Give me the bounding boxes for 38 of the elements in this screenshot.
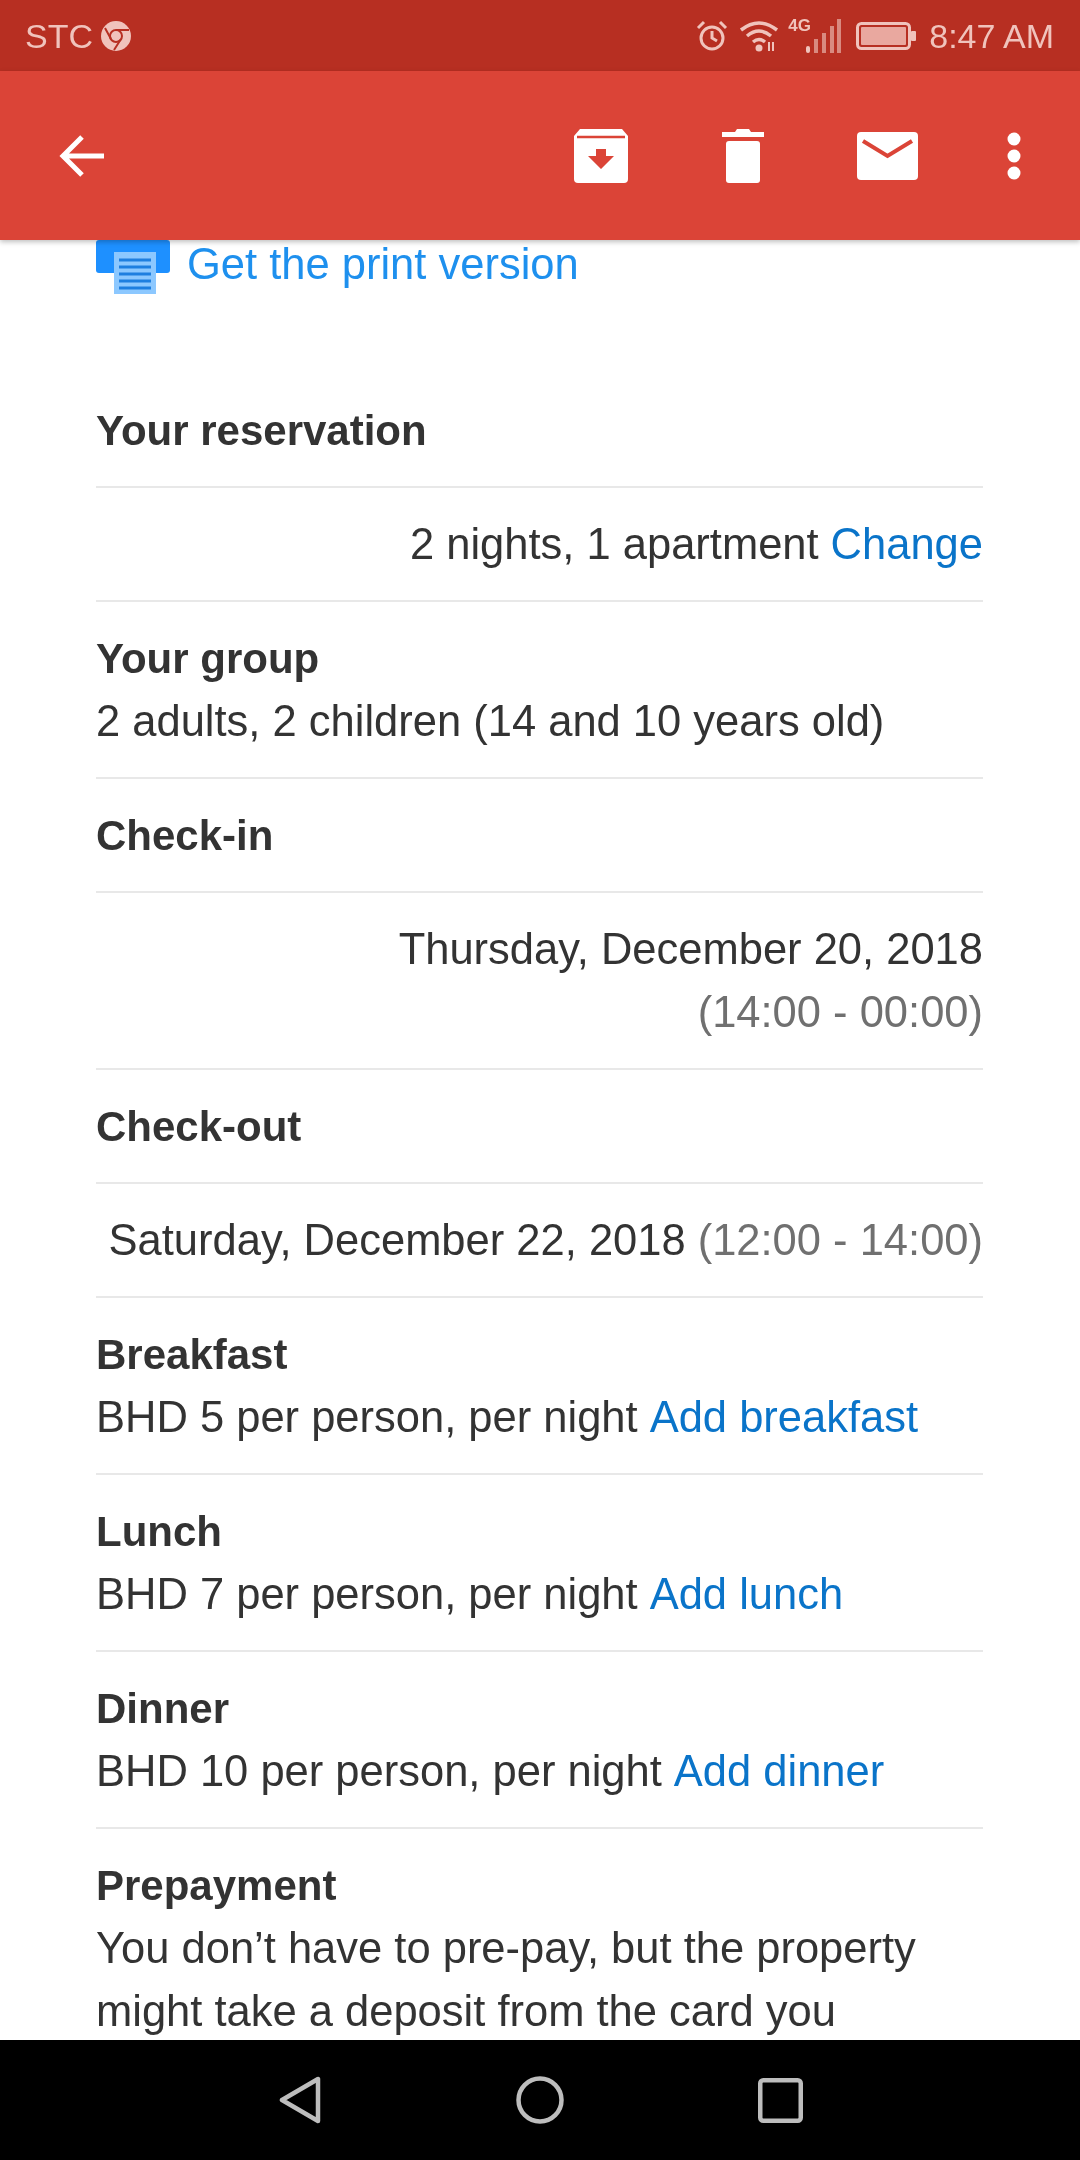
home-circle-icon <box>516 2076 564 2124</box>
printer-icon <box>96 240 170 294</box>
print-version-link[interactable]: Get the print version <box>187 240 579 288</box>
alarm-clock-icon <box>696 19 729 52</box>
envelope-icon <box>857 131 918 180</box>
hours-text: (12:00 - 14:00) <box>697 1215 983 1266</box>
more-options-icon <box>1007 131 1021 180</box>
wifi-icon <box>739 19 780 52</box>
section-heading: Check-in <box>96 811 275 861</box>
clock-text: 8:47 AM <box>929 15 1054 56</box>
detail-text: Saturday, December 22, 2018 <box>108 1215 686 1266</box>
detail-text: 2 adults, 2 children (14 and 10 years old) <box>96 696 885 747</box>
battery-icon <box>856 21 917 50</box>
trash-icon <box>722 128 764 183</box>
browser-icon <box>101 20 131 51</box>
action-link[interactable]: Add lunch <box>649 1563 844 1626</box>
detail-text: BHD 5 per person, per night <box>96 1392 638 1443</box>
archive-icon <box>573 128 628 183</box>
section-heading: Breakfast <box>96 1330 289 1380</box>
detail-text: 2 nights, 1 apartment <box>409 519 819 570</box>
section-heading: Check-out <box>96 1102 303 1152</box>
recents-square-icon <box>757 2077 803 2123</box>
hours-text: (14:00 - 00:00) <box>697 987 983 1038</box>
detail-text: BHD 7 per person, per night <box>96 1569 638 1620</box>
back-arrow-icon <box>58 132 106 179</box>
section-heading: Your group <box>96 634 321 684</box>
section-heading: Lunch <box>96 1507 223 1557</box>
action-link[interactable]: Add dinner <box>673 1740 885 1803</box>
action-link[interactable]: Change <box>830 513 983 576</box>
action-link[interactable]: Add breakfast <box>649 1386 919 1449</box>
back-triangle-icon <box>278 2076 321 2124</box>
section-heading: Prepayment <box>96 1861 338 1911</box>
detail-text: BHD 10 per person, per night <box>96 1746 662 1797</box>
detail-text: Thursday, December 20, 2018 <box>398 924 983 975</box>
carrier-text: STC <box>25 15 93 56</box>
section-heading: Your reservation <box>96 406 428 456</box>
section-heading: Dinner <box>96 1684 230 1734</box>
paragraph-text: You don’t have to pre-pay, but the property might take a deposit from the card you <box>96 1923 917 2037</box>
